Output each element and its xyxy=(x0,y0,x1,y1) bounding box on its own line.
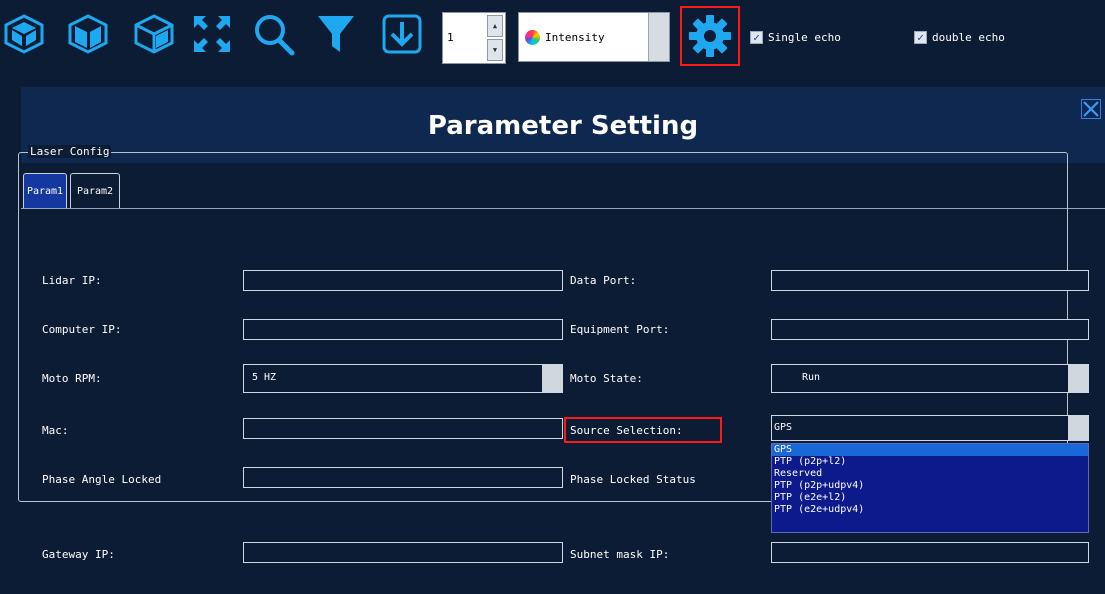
left-edge xyxy=(0,74,6,594)
source-option-ptp-p2p-udpv4[interactable]: PTP (p2p+udpv4) xyxy=(772,480,1088,492)
equipment-port-field[interactable] xyxy=(771,319,1089,340)
view-front-icon[interactable] xyxy=(2,12,46,56)
view-side-icon[interactable] xyxy=(66,12,110,56)
moto-state-value: Run xyxy=(802,372,821,383)
moto-rpm-label: Moto RPM: xyxy=(42,372,102,385)
source-option-ptp-e2e-udpv4[interactable]: PTP (e2e+udpv4) xyxy=(772,504,1088,516)
mac-field[interactable] xyxy=(243,418,563,439)
filter-icon[interactable] xyxy=(314,12,358,56)
moto-rpm-dropdown-button[interactable] xyxy=(542,365,562,392)
source-option-gps[interactable]: GPS xyxy=(772,444,1088,456)
frame-spinner-value: 1 xyxy=(447,31,454,44)
view-top-icon[interactable] xyxy=(132,12,176,56)
single-echo-label: Single echo xyxy=(768,31,841,44)
close-icon xyxy=(1083,101,1099,117)
gateway-ip-field[interactable] xyxy=(243,542,563,563)
double-echo-checkbox[interactable]: ✓ xyxy=(914,31,927,44)
color-mode-dropdown-button[interactable] xyxy=(648,13,669,61)
spinner-down-button[interactable]: ▼ xyxy=(487,39,503,61)
moto-rpm-select[interactable]: 5 HZ xyxy=(243,364,563,393)
dialog-title: Parameter Setting xyxy=(427,111,699,141)
color-wheel-icon xyxy=(525,30,540,45)
laser-config-title: Laser Config xyxy=(28,145,112,158)
close-button[interactable] xyxy=(1081,99,1101,119)
source-selection-select[interactable]: GPS xyxy=(771,415,1089,441)
download-icon[interactable] xyxy=(380,12,424,56)
moto-state-select[interactable]: Run xyxy=(771,364,1089,393)
spinner-up-button[interactable]: ▲ xyxy=(487,15,503,37)
single-echo-checkbox[interactable]: ✓ xyxy=(750,31,763,44)
lidar-ip-label: Lidar IP: xyxy=(42,274,102,287)
data-port-label: Data Port: xyxy=(570,274,637,287)
source-selection-dropdown-button[interactable] xyxy=(1068,416,1088,440)
moto-state-dropdown-button[interactable] xyxy=(1068,365,1088,392)
phase-locked-status-label: Phase Locked Status xyxy=(570,473,696,486)
source-option-reserved[interactable]: Reserved xyxy=(772,468,1088,480)
mac-label: Mac: xyxy=(42,424,69,437)
source-selection-label: Source Selection: xyxy=(570,424,683,437)
moto-state-label: Moto State: xyxy=(570,372,643,385)
computer-ip-label: Computer IP: xyxy=(42,323,122,336)
gateway-ip-label: Gateway IP: xyxy=(42,548,115,561)
source-option-ptp-p2p-l2[interactable]: PTP (p2p+l2) xyxy=(772,456,1088,468)
lidar-ip-field[interactable] xyxy=(243,270,563,291)
toolbar: 1 ▲ ▼ Intensity ✓ Single echo ✓ double e… xyxy=(0,0,1105,74)
fit-view-icon[interactable] xyxy=(190,12,234,56)
moto-rpm-value: 5 HZ xyxy=(252,372,277,383)
computer-ip-field[interactable] xyxy=(243,319,563,340)
phase-angle-locked-label: Phase Angle Locked xyxy=(42,473,162,486)
source-selection-dropdown-list: GPS PTP (p2p+l2) Reserved PTP (p2p+udpv4… xyxy=(771,443,1089,533)
double-echo-label: double echo xyxy=(932,31,1005,44)
color-mode-value: Intensity xyxy=(545,31,605,44)
source-selection-value: GPS xyxy=(774,422,793,433)
color-mode-select[interactable]: Intensity xyxy=(518,12,670,62)
data-port-field[interactable] xyxy=(771,270,1089,291)
equipment-port-label: Equipment Port: xyxy=(570,323,670,336)
phase-angle-locked-field[interactable] xyxy=(243,467,563,488)
settings-button[interactable] xyxy=(680,6,740,66)
subnet-mask-ip-field[interactable] xyxy=(771,542,1089,563)
frame-spinner[interactable]: 1 ▲ ▼ xyxy=(442,12,506,64)
zoom-icon[interactable] xyxy=(252,12,296,56)
gear-icon xyxy=(689,15,731,57)
subnet-mask-ip-label: Subnet mask IP: xyxy=(570,548,670,561)
source-option-ptp-e2e-l2[interactable]: PTP (e2e+l2) xyxy=(772,492,1088,504)
